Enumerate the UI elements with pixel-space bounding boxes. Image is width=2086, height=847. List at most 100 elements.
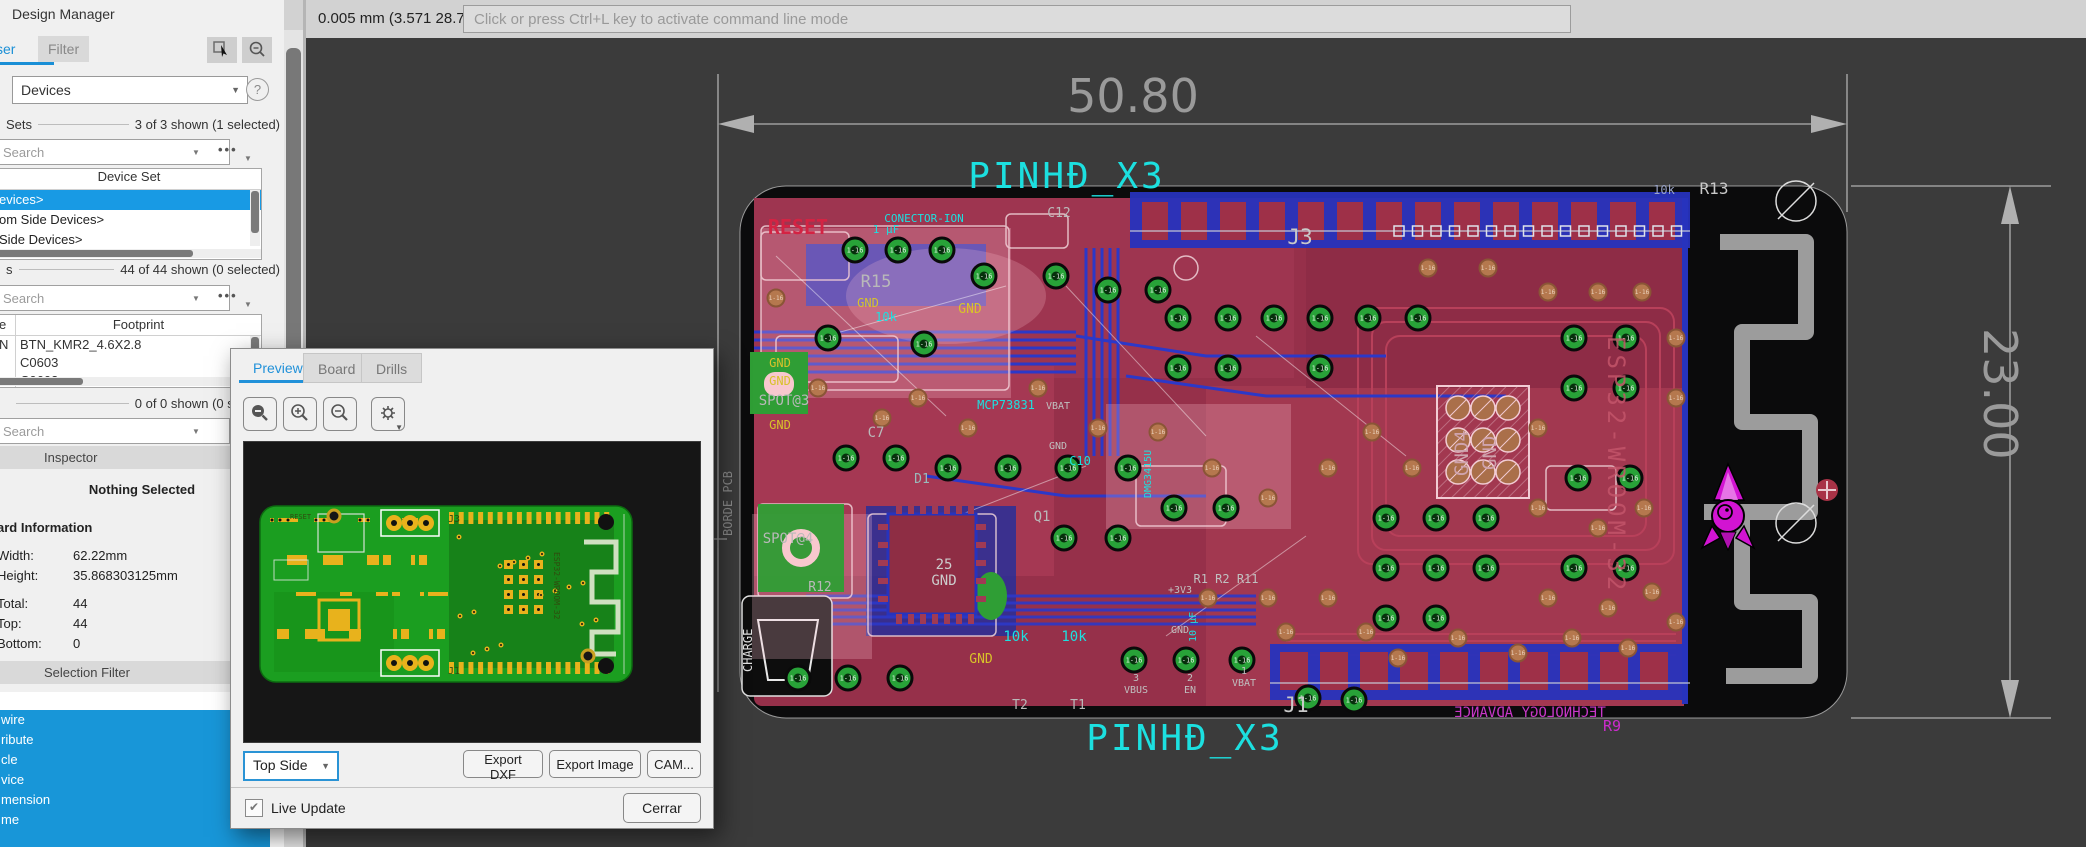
zoom-tool-button[interactable] [242, 37, 272, 63]
svg-text:1-16: 1-16 [1170, 365, 1187, 373]
svg-text:1-16: 1-16 [1428, 515, 1445, 523]
board-label: 3 [1133, 673, 1139, 684]
help-button[interactable]: ? [246, 78, 269, 101]
svg-text:1-16: 1-16 [1220, 315, 1237, 323]
svg-text:1-16: 1-16 [1312, 315, 1329, 323]
svg-text:1-16: 1-16 [916, 341, 933, 349]
svg-text:1-16: 1-16 [1478, 565, 1495, 573]
device-set-vscrollbar[interactable] [250, 190, 260, 246]
svg-text:1-16: 1-16 [961, 425, 976, 432]
footprint-hscrollbar[interactable] [0, 377, 261, 386]
sets-menu-button[interactable]: ••• [218, 142, 238, 157]
export-image-button[interactable]: Export Image [549, 750, 641, 778]
svg-text:1-16: 1-16 [790, 675, 807, 683]
footprint-row[interactable]: NBTN_KMR2_4.6X2.8 [0, 336, 261, 354]
board-label: MCP73831 [977, 398, 1035, 412]
svg-text:1-16: 1-16 [1205, 465, 1220, 472]
board-label: VBAT [1046, 401, 1070, 412]
svg-text:1-16: 1-16 [1669, 619, 1684, 626]
zoom-out-button[interactable] [323, 397, 357, 431]
cursor-select-icon [213, 41, 227, 57]
tab-filter[interactable]: Filter [38, 36, 90, 62]
layer-select[interactable]: Top Side ▼ [243, 751, 339, 781]
board-label: GND [1479, 436, 1501, 470]
svg-text:1-16: 1-16 [1220, 365, 1237, 373]
close-button[interactable]: Cerrar [623, 793, 701, 823]
sets-count: 3 of 3 shown (1 selected) [134, 117, 280, 132]
device-set-row[interactable]: om Side Devices> [0, 210, 261, 230]
device-set-hscrollbar[interactable] [0, 249, 261, 258]
preview-label: J1 [448, 666, 460, 677]
board-label: RESET [768, 215, 828, 239]
footprint-table-header[interactable]: e Footprint [0, 315, 261, 336]
svg-text:1-16: 1-16 [940, 465, 957, 473]
board-label: R12 [808, 580, 831, 595]
zoom-out-icon [331, 404, 348, 421]
svg-text:1-16: 1-16 [1481, 265, 1496, 272]
board-label: GND4 [1451, 430, 1473, 476]
svg-text:1-16: 1-16 [1321, 465, 1336, 472]
svg-text:1-16: 1-16 [934, 247, 951, 255]
live-update-checkbox[interactable]: ✔ [245, 799, 263, 817]
device-set-row[interactable]: Side Devices> [0, 230, 261, 250]
preview-dialog: Preview Board Drills ▼ RESET J3 J1 ESP32… [230, 348, 714, 829]
board-label: GND [958, 302, 982, 317]
devices-menu-button[interactable]: ••• [218, 288, 238, 303]
svg-text:1-16: 1-16 [1570, 475, 1587, 483]
svg-text:1-16: 1-16 [1218, 505, 1235, 513]
board-label: SPOT@4 [763, 531, 814, 547]
board-label: J1 [1283, 693, 1308, 717]
chevron-down-icon: ▼ [192, 294, 200, 303]
board-label: VBUS [1124, 685, 1148, 696]
board-label: GND [769, 374, 791, 388]
board-label: CHARGE [741, 629, 755, 672]
svg-text:1-16: 1-16 [1511, 650, 1526, 657]
svg-text:1-16: 1-16 [1478, 515, 1495, 523]
preview-viewport[interactable]: RESET J3 J1 ESP32-WROOM-32 [243, 441, 701, 743]
board-label: VBAT [1232, 678, 1256, 689]
zoom-in-button[interactable] [283, 397, 317, 431]
svg-text:1-16: 1-16 [1056, 535, 1073, 543]
svg-text:1-16: 1-16 [811, 385, 826, 392]
chevron-down-icon: ▼ [244, 154, 252, 163]
board-label: GND [969, 652, 993, 667]
export-dxf-button[interactable]: Export DXF [463, 750, 543, 782]
board-label: 1 µF [873, 223, 900, 236]
zoom-in-icon [291, 404, 308, 421]
svg-text:1-16: 1-16 [838, 455, 855, 463]
chevron-down-icon: ▼ [244, 300, 252, 309]
board-label: SPOT@3 [759, 393, 810, 409]
settings-button[interactable]: ▼ [371, 397, 405, 432]
select-tool-button[interactable] [207, 37, 237, 63]
svg-text:1-16: 1-16 [1378, 615, 1395, 623]
board-label: 25 [936, 557, 953, 573]
svg-text:1-16: 1-16 [1048, 273, 1065, 281]
mode-select[interactable]: Devices ▼ [12, 76, 248, 104]
svg-text:1-16: 1-16 [820, 335, 837, 343]
svg-text:1-16: 1-16 [1170, 315, 1187, 323]
command-line-input[interactable] [463, 5, 1571, 33]
svg-text:1-16: 1-16 [1428, 565, 1445, 573]
footprint-row[interactable]: C0603 [0, 354, 261, 372]
panel-title: Design Manager [12, 6, 115, 22]
svg-text:1-16: 1-16 [1031, 385, 1046, 392]
svg-text:1-16: 1-16 [1091, 425, 1106, 432]
svg-text:1-16: 1-16 [875, 415, 890, 422]
board-label: C7 [868, 425, 885, 441]
zoom-fit-button[interactable] [243, 397, 277, 431]
board-information-header: ard Information [0, 520, 93, 535]
board-label: 23.00 [1973, 328, 2027, 460]
magnifier-icon [249, 41, 265, 57]
cam-button[interactable]: CAM... [647, 750, 701, 778]
svg-text:1-16: 1-16 [1261, 595, 1276, 602]
svg-text:1-16: 1-16 [1261, 495, 1276, 502]
board-label: 10k [1653, 183, 1675, 197]
svg-text:1-16: 1-16 [1601, 605, 1616, 612]
device-set-row[interactable]: evices> [0, 190, 261, 210]
chevron-down-icon: ▼ [321, 761, 330, 771]
footprint-table: e Footprint NBTN_KMR2_4.6X2.8C0603C0603 [0, 314, 262, 388]
tab-drills[interactable]: Drills [361, 353, 423, 383]
device-set-column-header[interactable]: ˆ Device Set [0, 169, 261, 190]
zoom-fit-icon [252, 405, 268, 421]
svg-text:1-16: 1-16 [1541, 289, 1556, 296]
